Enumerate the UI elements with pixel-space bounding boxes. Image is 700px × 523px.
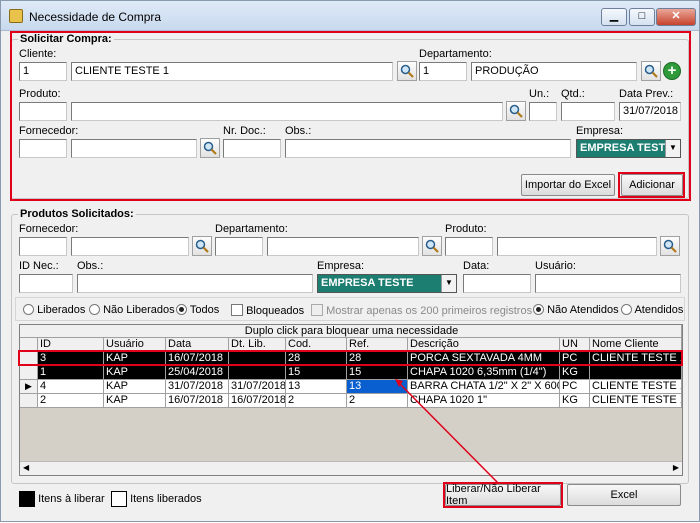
liberar-highlight xyxy=(443,482,563,508)
black-square-icon xyxy=(19,491,35,507)
white-square-icon xyxy=(111,491,127,507)
excel-button[interactable]: Excel xyxy=(567,484,681,506)
legend-liberados-label: Itens liberados xyxy=(130,492,202,505)
main-window: Necessidade de Compra ▁ □ ✕ Solicitar Co… xyxy=(0,0,700,522)
legend-liberados: Itens liberados xyxy=(111,491,202,507)
annotation-arrow-icon xyxy=(395,379,502,487)
legend-liberar-label: Itens à liberar xyxy=(38,492,105,505)
legend-liberar: Itens à liberar xyxy=(19,491,105,507)
